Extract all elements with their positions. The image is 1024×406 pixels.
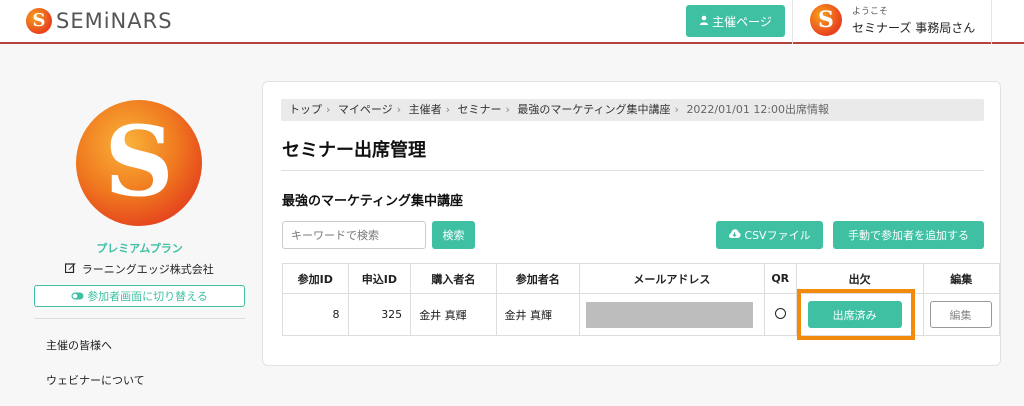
attended-button[interactable]: 出席済み (807, 301, 902, 328)
breadcrumb-seminar[interactable]: セミナー (458, 103, 502, 116)
col-qr: QR (763, 263, 797, 294)
keyword-search-input[interactable] (282, 221, 426, 249)
user-texts: ようこそ セミナーズ 事務局さん (852, 4, 975, 36)
csv-download-label: CSVファイル (744, 229, 811, 242)
organizer-page-button[interactable]: 主催ページ (686, 5, 785, 37)
plan-label: プレミアムプラン (96, 242, 183, 255)
page-title: セミナー出席管理 (282, 140, 426, 161)
breadcrumb-sep: › (505, 103, 510, 116)
col-buyer-name: 購入者名 (410, 263, 497, 294)
edit-button[interactable]: 編集 (929, 301, 992, 328)
cloud-download-icon (728, 228, 741, 242)
breadcrumb-seminar-title[interactable]: 最強のマーケティング集中講座 (517, 103, 670, 116)
seminars-logo[interactable]: S SEMiNARS (26, 8, 173, 34)
top-header: S SEMiNARS 主催ページ S ようこそ セミナーズ 事務局さん (0, 0, 1024, 44)
email-redacted-bar (585, 301, 753, 328)
col-edit: 編集 (922, 263, 1001, 294)
company-name[interactable]: ラーニングエッジ株式会社 (34, 261, 245, 277)
breadcrumb-sep: › (396, 103, 402, 116)
sidebar: S プレミアムプラン ラーニングエッジ株式会社 参加者画面に切り替える 主催の皆… (34, 100, 245, 406)
breadcrumb-top[interactable]: トップ (289, 103, 322, 116)
search-button[interactable]: 検索 (432, 221, 475, 249)
user-name: セミナーズ 事務局さん (852, 21, 976, 35)
qr-cell (763, 293, 797, 336)
email-cell (578, 293, 765, 336)
company-name-label: ラーニングエッジ株式会社 (81, 263, 214, 276)
seminar-title: 最強のマーケティング集中講座 (282, 194, 463, 209)
add-participant-button[interactable]: 手動で参加者を追加する (833, 221, 984, 249)
participant-id-cell: 8 (282, 293, 349, 336)
title-divider (281, 170, 984, 171)
switch-label: 参加者画面に切り替える (87, 290, 208, 303)
breadcrumb-sep: › (326, 103, 331, 116)
header-divider (991, 0, 992, 44)
buyer-name-cell: 金井 真輝 (410, 293, 497, 336)
header-divider (792, 0, 793, 44)
attendance-cell: 出席済み (795, 289, 924, 340)
col-participant-id: 参加ID (282, 263, 349, 294)
participant-name-cell: 金井 真輝 (495, 293, 580, 336)
user-icon (699, 15, 709, 28)
col-participant-name: 参加者名 (495, 263, 580, 294)
attendance-table: 参加ID 申込ID 購入者名 参加者名 メールアドレス QR 出欠 編集 8 3… (282, 263, 1001, 340)
welcome-text: ようこそ (852, 7, 889, 17)
breadcrumb-organizer[interactable]: 主催者 (409, 103, 442, 116)
csv-download-button[interactable]: CSVファイル (716, 221, 823, 249)
sidebar-link-webinar[interactable]: ウェビナーについて (34, 372, 245, 388)
col-application-id: 申込ID (347, 263, 412, 294)
edit-cell: 編集 (922, 293, 1001, 336)
user-avatar: S (810, 4, 842, 36)
table-row: 8 325 金井 真輝 金井 真輝 出席済み 編集 (282, 289, 1001, 340)
user-menu[interactable]: S ようこそ セミナーズ 事務局さん (810, 4, 975, 36)
organizer-avatar: S (76, 100, 202, 226)
breadcrumb-mypage[interactable]: マイページ (338, 103, 393, 116)
sidebar-link-for-organizers[interactable]: 主催の皆様へ (34, 337, 245, 353)
edit-icon (65, 263, 80, 276)
breadcrumb: トップ › マイページ › 主催者 › セミナー › 最強のマーケティング集中講座 › 2… (281, 99, 984, 121)
breadcrumb-sep: › (445, 103, 450, 116)
application-id-cell: 325 (347, 293, 412, 336)
attendance-card: トップ › マイページ › 主催者 › セミナー › 最強のマーケティング集中講座 › 2… (262, 81, 1001, 366)
breadcrumb-current: 2022/01/01 12:00出席情報 (686, 103, 830, 116)
qr-status-icon (774, 307, 786, 319)
breadcrumb-sep: › (674, 103, 679, 116)
col-email: メールアドレス (578, 263, 765, 294)
logo-mark: S (26, 8, 52, 34)
toggle-icon (71, 290, 84, 303)
logo-text: SEMiNARS (56, 9, 173, 33)
switch-to-participant-button[interactable]: 参加者画面に切り替える (34, 285, 245, 307)
sidebar-divider (34, 318, 245, 319)
organizer-page-label: 主催ページ (712, 14, 772, 29)
